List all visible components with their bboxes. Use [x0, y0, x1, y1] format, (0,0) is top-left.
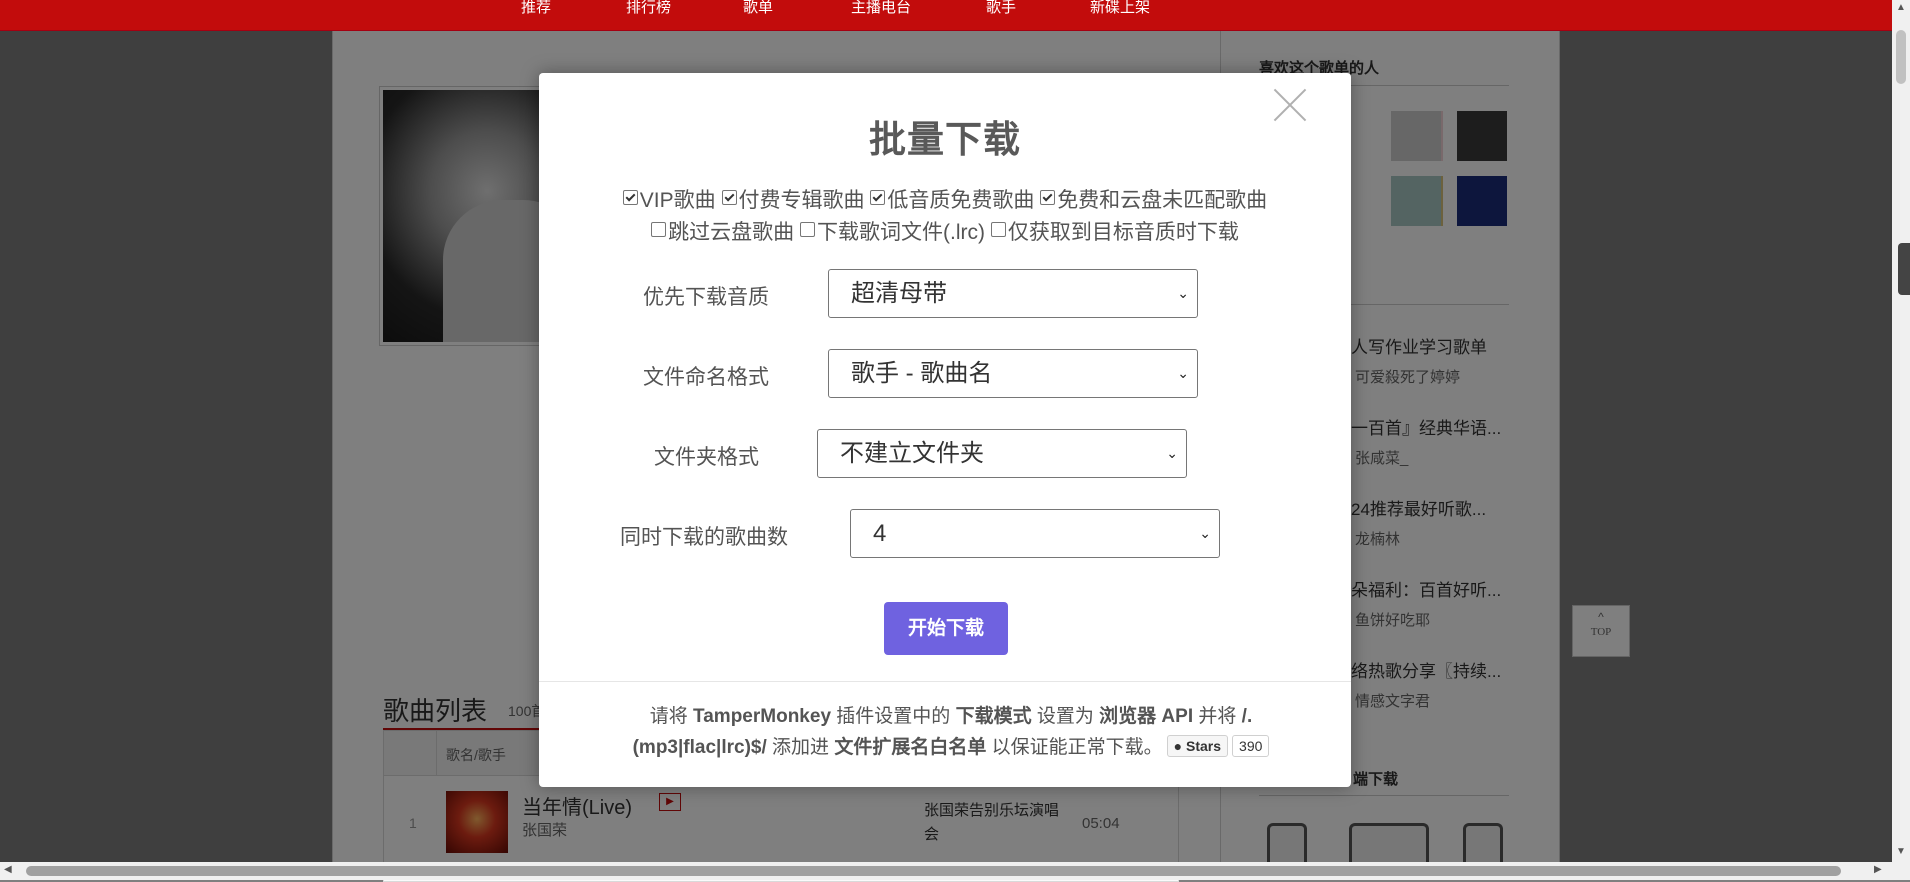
- chevron-down-icon: ⌄: [1199, 525, 1211, 541]
- vip-songs-option[interactable]: VIP歌曲: [622, 184, 716, 214]
- low-quality-free-checkbox[interactable]: [870, 190, 886, 205]
- scroll-up-icon[interactable]: ▲: [1896, 2, 1906, 13]
- footer-text-6: 以保证能正常下载。: [986, 737, 1163, 758]
- skip-cloud-label: 跳过云盘歌曲: [668, 221, 795, 244]
- chevron-down-icon: ⌄: [1166, 445, 1178, 461]
- chevron-down-icon: ⌄: [1177, 365, 1189, 381]
- footer-text-2: 插件设置中的: [831, 706, 956, 727]
- folder-format-select-value: 不建立文件夹: [840, 440, 984, 467]
- target-quality-only-label: 仅获取到目标音质时下载: [1007, 221, 1239, 244]
- target-quality-only-checkbox[interactable]: [990, 222, 1006, 237]
- quality-label: 优先下载音质: [643, 286, 769, 309]
- quality-select[interactable]: 超清母带 ⌄: [828, 269, 1198, 318]
- download-lyrics-checkbox[interactable]: [800, 222, 815, 237]
- footer-bold-tampermonkey: TamperMonkey: [693, 706, 832, 727]
- vertical-scroll-thumb[interactable]: [1896, 30, 1906, 84]
- concurrency-select[interactable]: 4 ⌄: [850, 509, 1220, 558]
- footer-bold-browser-api: 浏览器 API: [1099, 706, 1194, 727]
- side-panel-handle[interactable]: [1898, 243, 1910, 295]
- footer-divider: [539, 681, 1351, 682]
- nav-item-charts[interactable]: 排行榜: [626, 0, 671, 30]
- footer-text-5: 添加进: [766, 737, 835, 758]
- paid-album-label: 付费专辑歌曲: [738, 189, 865, 212]
- batch-download-dialog: 批量下载 VIP歌曲 付费专辑歌曲 低音质免费歌曲 免费和云盘未匹配歌曲 跳过云…: [539, 73, 1351, 787]
- footer-bold-download-mode: 下载模式: [955, 706, 1032, 727]
- concurrency-select-value: 4: [873, 520, 887, 547]
- quality-select-value: 超清母带: [851, 280, 947, 307]
- scroll-right-icon[interactable]: ▶: [1874, 864, 1882, 875]
- github-stars-badge[interactable]: ● Stars 390: [1166, 735, 1270, 757]
- paid-album-checkbox[interactable]: [721, 190, 737, 205]
- download-lyrics-label: 下载歌词文件(.lrc): [817, 221, 985, 244]
- stars-label: Stars: [1186, 738, 1222, 754]
- checkbox-row-2: 跳过云盘歌曲 下载歌词文件(.lrc) 仅获取到目标音质时下载: [539, 216, 1351, 246]
- stars-count[interactable]: 390: [1232, 735, 1270, 757]
- paid-album-option[interactable]: 付费专辑歌曲: [721, 184, 865, 214]
- folder-format-label: 文件夹格式: [654, 446, 759, 469]
- download-lyrics-option[interactable]: 下载歌词文件(.lrc): [800, 216, 985, 246]
- nav-item-radio[interactable]: 主播电台: [851, 0, 911, 30]
- concurrency-label: 同时下载的歌曲数: [620, 526, 788, 549]
- start-download-button[interactable]: 开始下载: [884, 602, 1008, 655]
- target-quality-only-option[interactable]: 仅获取到目标音质时下载: [990, 216, 1239, 246]
- scroll-down-icon[interactable]: ▼: [1896, 846, 1906, 857]
- checkbox-row-1: VIP歌曲 付费专辑歌曲 低音质免费歌曲 免费和云盘未匹配歌曲: [539, 184, 1351, 214]
- vip-songs-checkbox[interactable]: [622, 190, 638, 205]
- low-quality-free-label: 低音质免费歌曲: [887, 189, 1035, 212]
- footer-text-4: 并将: [1193, 706, 1242, 727]
- skip-cloud-checkbox[interactable]: [651, 222, 667, 237]
- filename-format-select-value: 歌手 - 歌曲名: [851, 360, 993, 387]
- footer-text-1: 请将: [649, 706, 694, 727]
- filename-format-label: 文件命名格式: [643, 366, 769, 389]
- chevron-down-icon: ⌄: [1177, 285, 1189, 301]
- nav-item-recommend[interactable]: 推荐: [521, 0, 551, 30]
- horizontal-scroll-thumb[interactable]: [26, 866, 1841, 876]
- filename-format-select[interactable]: 歌手 - 歌曲名 ⌄: [828, 349, 1198, 398]
- top-nav: 推荐 排行榜 歌单 主播电台 歌手 新碟上架: [0, 0, 1892, 31]
- scroll-left-icon[interactable]: ◀: [4, 864, 12, 875]
- free-cloud-unmatched-option[interactable]: 免费和云盘未匹配歌曲: [1040, 184, 1267, 214]
- footer-text-3: 设置为: [1031, 706, 1100, 727]
- low-quality-free-option[interactable]: 低音质免费歌曲: [870, 184, 1034, 214]
- dialog-title: 批量下载: [869, 119, 1021, 160]
- free-cloud-unmatched-checkbox[interactable]: [1040, 190, 1056, 205]
- footer-bold-whitelist: 文件扩展名白名单: [834, 737, 987, 758]
- vip-songs-label: VIP歌曲: [639, 189, 716, 212]
- skip-cloud-option[interactable]: 跳过云盘歌曲: [651, 216, 794, 246]
- footer-instructions: 请将 TamperMonkey 插件设置中的 下载模式 设置为 浏览器 API …: [601, 701, 1301, 763]
- nav-item-playlists[interactable]: 歌单: [743, 0, 773, 30]
- github-stars-button[interactable]: ● Stars: [1166, 735, 1229, 757]
- horizontal-scrollbar[interactable]: ◀ ▶: [0, 862, 1910, 880]
- github-icon: ●: [1173, 738, 1183, 754]
- nav-item-artists[interactable]: 歌手: [986, 0, 1016, 30]
- folder-format-select[interactable]: 不建立文件夹 ⌄: [817, 429, 1187, 478]
- free-cloud-unmatched-label: 免费和云盘未匹配歌曲: [1057, 189, 1268, 212]
- vertical-scrollbar[interactable]: ▲ ▼: [1892, 0, 1910, 862]
- nav-item-new-albums[interactable]: 新碟上架: [1090, 0, 1150, 30]
